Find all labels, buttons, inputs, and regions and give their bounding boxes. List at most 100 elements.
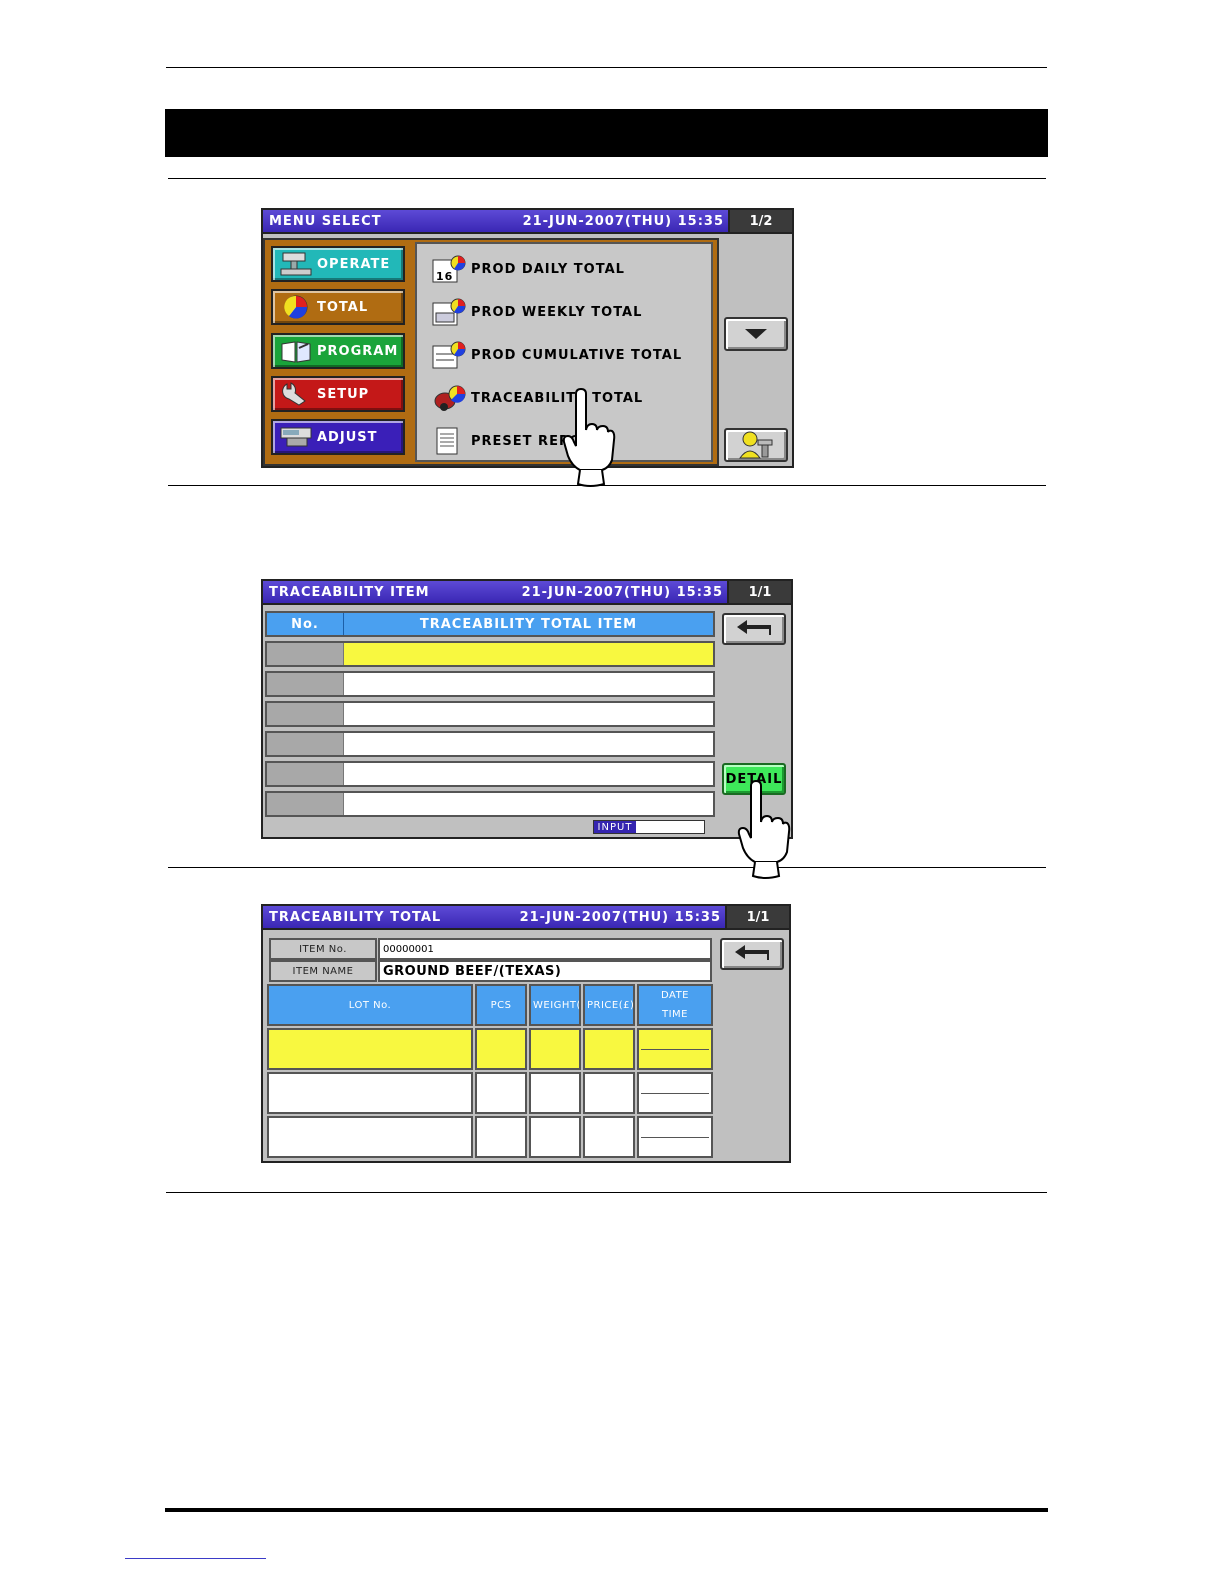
page-indicator: 1/2 <box>728 210 792 234</box>
calendar-cumulative-icon <box>432 341 466 369</box>
lot-cell[interactable] <box>267 1116 473 1158</box>
total-button[interactable]: TOTAL <box>271 289 405 325</box>
menu-item-prod-cumulative-total[interactable]: PROD CUMULATIVE TOTAL <box>431 340 682 370</box>
traceability-total-screen: TRACEABILITY TOTAL 21-JUN-2007(THU) 15:3… <box>261 904 791 1163</box>
divider <box>641 1137 709 1138</box>
wrench-icon <box>282 382 306 406</box>
pcs-cell[interactable] <box>475 1072 527 1114</box>
menu-item-label: PROD WEEKLY TOTAL <box>471 304 643 320</box>
screen-title: MENU SELECT <box>269 213 382 229</box>
menu-item-label: TRACEABILITY TOTAL <box>471 390 644 406</box>
return-arrow-icon <box>737 620 771 635</box>
rule-3 <box>168 867 1046 868</box>
section-header-bar <box>165 109 1048 157</box>
menu-item-prod-daily-total[interactable]: 16 PROD DAILY TOTAL <box>431 254 625 284</box>
row-number-cell <box>267 733 344 755</box>
divider <box>641 1049 709 1050</box>
lot-cell[interactable] <box>267 1072 473 1114</box>
traceability-item-screen: TRACEABILITY ITEM 21-JUN-2007(THU) 15:35… <box>261 579 793 839</box>
program-button[interactable]: PROGRAM <box>271 333 405 369</box>
row-number-cell <box>267 643 344 665</box>
pie-chart-icon <box>284 295 308 319</box>
datetime: 21-JUN-2007(THU) 15:35 <box>522 213 724 229</box>
setup-label: SETUP <box>317 386 370 402</box>
item-name-label: ITEM NAME <box>269 960 377 982</box>
adjust-scale-icon <box>280 427 312 447</box>
table-row[interactable] <box>265 701 715 727</box>
item-no-value[interactable]: 00000001 <box>378 938 712 960</box>
hand-pointer-icon <box>562 388 616 487</box>
page-indicator: 1/1 <box>727 581 791 605</box>
svg-text:16: 16 <box>436 270 453 283</box>
row-number-cell <box>267 793 344 815</box>
total-label: TOTAL <box>317 299 369 315</box>
weight-cell[interactable] <box>529 1028 581 1070</box>
price-cell[interactable] <box>583 1116 635 1158</box>
pcs-cell[interactable] <box>475 1116 527 1158</box>
operator-button[interactable] <box>724 428 788 462</box>
price-cell[interactable] <box>583 1028 635 1070</box>
menu-panel: OPERATE TOTAL PROGRAM SETUP ADJUST 16 PR… <box>263 238 719 466</box>
back-button[interactable] <box>722 613 786 645</box>
column-header-time: TIME <box>639 1005 711 1024</box>
divider <box>641 1093 709 1094</box>
adjust-label: ADJUST <box>317 429 378 445</box>
table-header: No. TRACEABILITY TOTAL ITEM <box>265 611 715 637</box>
triangle-down-icon <box>745 329 767 339</box>
weight-cell[interactable] <box>529 1116 581 1158</box>
menu-select-screen: MENU SELECT 21-JUN-2007(THU) 15:35 1/2 O… <box>261 208 794 468</box>
item-no-label: ITEM No. <box>269 938 377 960</box>
top-rule <box>166 67 1047 68</box>
datetime-cell[interactable] <box>637 1116 713 1158</box>
operate-button[interactable]: OPERATE <box>271 246 405 282</box>
menu-item-label: PROD CUMULATIVE TOTAL <box>471 347 683 363</box>
table-row[interactable] <box>265 641 715 667</box>
program-label: PROGRAM <box>317 343 399 359</box>
datetime: 21-JUN-2007(THU) 15:35 <box>521 584 723 600</box>
datetime: 21-JUN-2007(THU) 15:35 <box>519 909 721 925</box>
calendar-weekly-icon <box>432 298 466 326</box>
menu-item-prod-weekly-total[interactable]: PROD WEEKLY TOTAL <box>431 297 642 327</box>
screen-title: TRACEABILITY ITEM <box>269 584 430 600</box>
column-header-no: No. <box>267 613 344 635</box>
menu-item-label: PROD DAILY TOTAL <box>471 261 625 277</box>
row-number-cell <box>267 673 344 695</box>
title-bar: TRACEABILITY ITEM 21-JUN-2007(THU) 15:35 <box>263 581 729 605</box>
column-header-price: PRICE(£) <box>583 984 635 1026</box>
footer-link-underline <box>125 1558 266 1559</box>
back-button[interactable] <box>720 938 784 970</box>
column-header-item: TRACEABILITY TOTAL ITEM <box>419 616 638 632</box>
book-icon <box>281 341 311 363</box>
operate-label: OPERATE <box>317 256 391 272</box>
title-bar: MENU SELECT 21-JUN-2007(THU) 15:35 <box>263 210 730 234</box>
column-header-pcs: PCS <box>475 984 527 1026</box>
price-cell[interactable] <box>583 1072 635 1114</box>
return-arrow-icon <box>735 945 769 960</box>
screen-title: TRACEABILITY TOTAL <box>269 909 442 925</box>
input-indicator[interactable]: INPUT <box>593 820 705 834</box>
lot-cell[interactable] <box>267 1028 473 1070</box>
table-row[interactable] <box>265 731 715 757</box>
column-header-date: DATE <box>639 986 711 1005</box>
table-row[interactable] <box>265 791 715 817</box>
datetime-cell[interactable] <box>637 1072 713 1114</box>
title-bar: TRACEABILITY TOTAL 21-JUN-2007(THU) 15:3… <box>263 906 727 930</box>
page-indicator: 1/1 <box>725 906 789 930</box>
document-icon <box>436 427 458 455</box>
table-row[interactable] <box>265 671 715 697</box>
rule-4 <box>166 1192 1047 1193</box>
setup-button[interactable]: SETUP <box>271 376 405 412</box>
table-row[interactable] <box>265 761 715 787</box>
scale-icon <box>280 252 312 276</box>
menu-item-preset-report[interactable]: PRESET REPO <box>431 426 582 456</box>
pcs-cell[interactable] <box>475 1028 527 1070</box>
rule-1 <box>168 178 1046 179</box>
column-header-weight: WEIGHT( <box>529 984 581 1026</box>
row-number-cell <box>267 703 344 725</box>
hand-pointer-icon <box>737 780 791 879</box>
item-name-value[interactable]: GROUND BEEF/(TEXAS) <box>378 960 712 982</box>
weight-cell[interactable] <box>529 1072 581 1114</box>
adjust-button[interactable]: ADJUST <box>271 419 405 455</box>
page-down-button[interactable] <box>724 317 788 351</box>
datetime-cell[interactable] <box>637 1028 713 1070</box>
